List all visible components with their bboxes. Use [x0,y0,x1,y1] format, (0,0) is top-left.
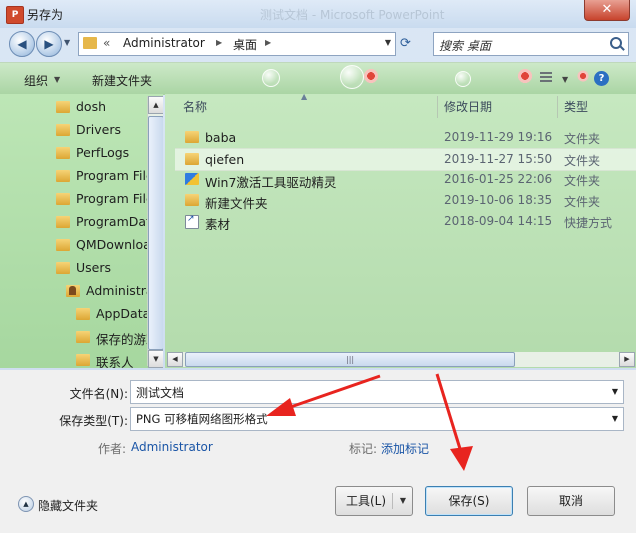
annotation-line [435,373,463,453]
save-as-dialog: P 另存为 测试文档 - Microsoft PowerPoint ✕ ◀ ▶ … [0,0,636,533]
annotation-arrowhead [450,446,473,471]
annotation-arrows [266,373,473,471]
annotation-arrowhead [266,398,296,416]
annotation-line [281,374,381,412]
